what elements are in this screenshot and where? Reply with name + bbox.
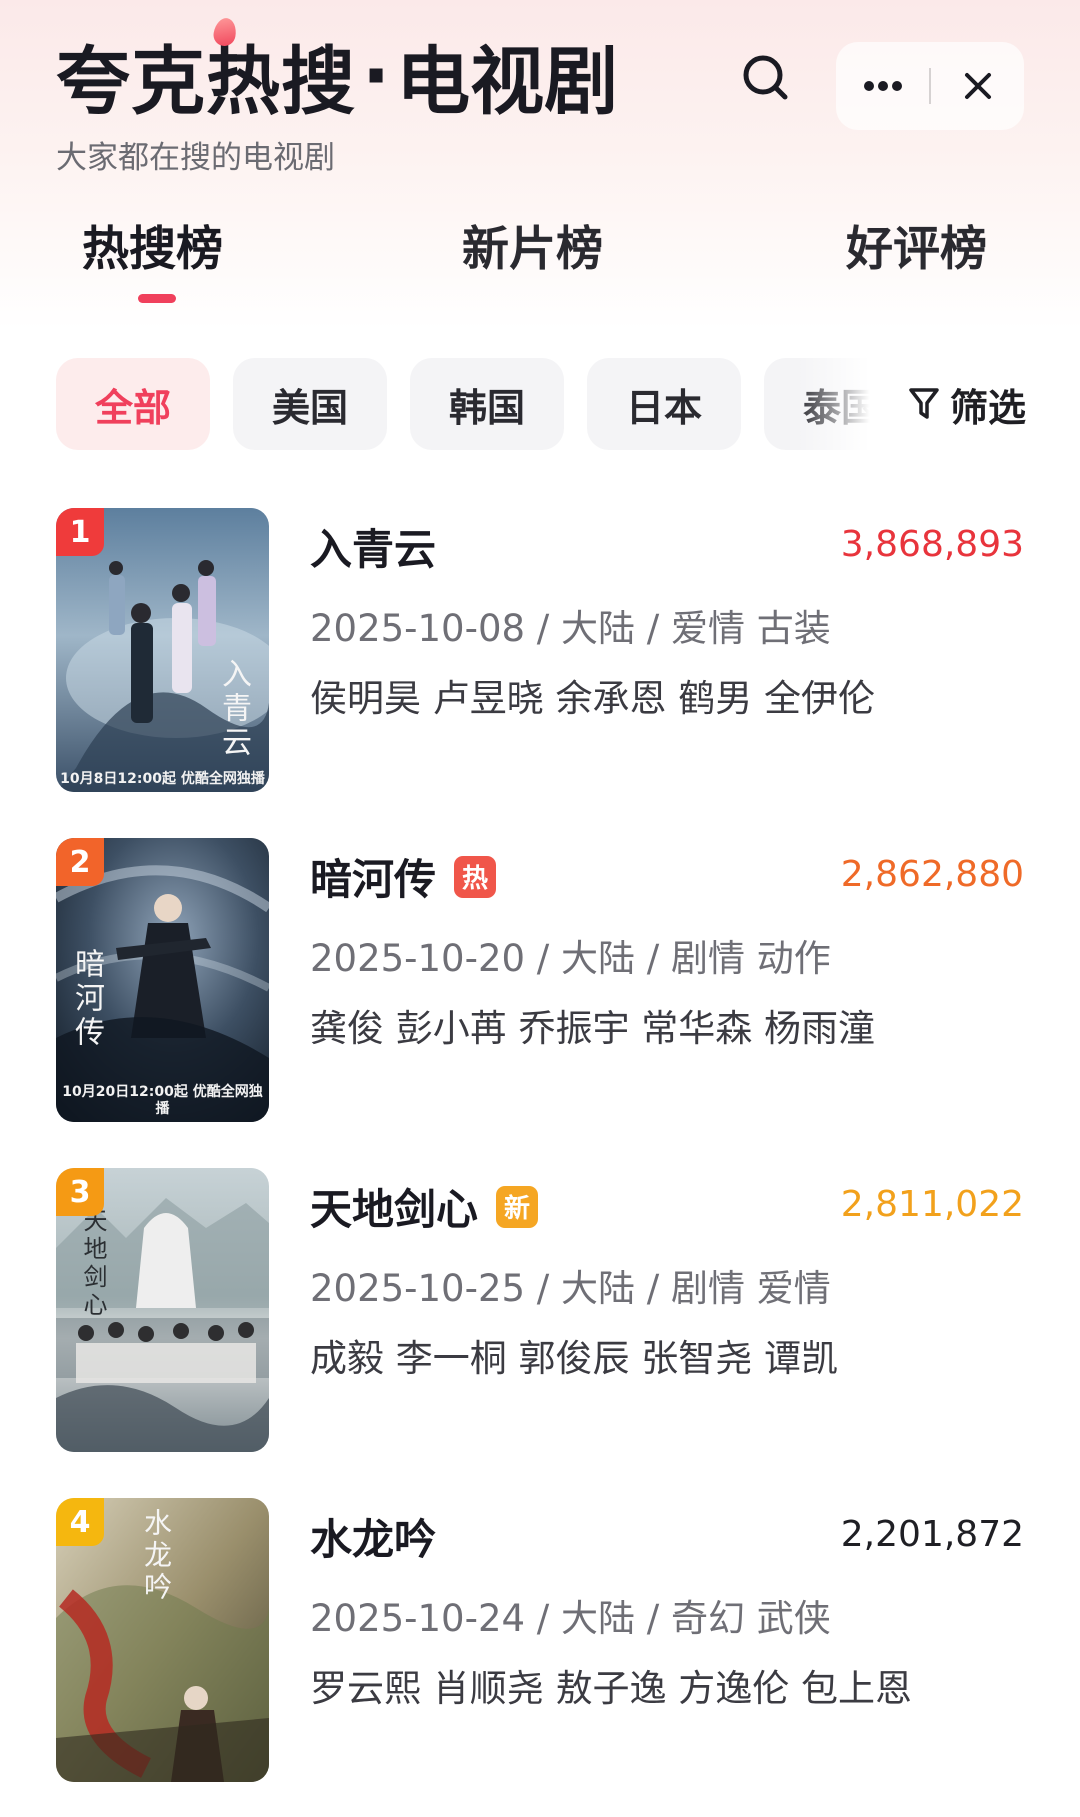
drama-meta: 2025-10-08 / 大陆 / 爱情 古装 (310, 607, 831, 650)
item-info: 水龙吟 2,201,872 2025-10-24 / 大陆 / 奇幻 武侠 罗云… (310, 1498, 1024, 1782)
poster-caption: 10月8日12:00起 优酷全网独播 (60, 771, 265, 787)
drama-title: 天地剑心 (310, 1185, 479, 1234)
section-title: 电视剧 (396, 39, 619, 125)
title-row: 天地剑心 新 (310, 1176, 539, 1237)
filter-label: 筛选 (949, 385, 1026, 430)
poster-title-text: 入青云 (216, 658, 251, 760)
rank-badge: 1 (56, 508, 104, 556)
more-icon (863, 81, 902, 91)
tab-top-rated[interactable]: 好评榜 (846, 210, 987, 279)
hot-tag: 热 (454, 855, 497, 898)
drama-meta: 2025-10-24 / 大陆 / 奇幻 武侠 (310, 1597, 831, 1640)
region-filter-bar: 全部 美国 韩国 日本 泰国 筛选 (56, 358, 1026, 450)
item-info: 入青云 3,868,893 2025-10-08 / 大陆 / 爱情 古装 侯明… (310, 508, 1024, 792)
heat-score: 2,201,872 (840, 1514, 1024, 1555)
heat-score: 3,868,893 (840, 524, 1024, 565)
item-info: 天地剑心 新 2,811,022 2025-10-25 / 大陆 / 剧情 爱情… (310, 1168, 1024, 1452)
poster-title-text: 天地剑心 (79, 1208, 107, 1320)
brand-name: 夸克热搜 (56, 39, 356, 125)
title-row: 暗河传 热 (310, 846, 497, 907)
rank-badge: 4 (56, 1498, 104, 1546)
title-row: 入青云 (310, 516, 436, 577)
hot-search-page: 夸克热搜 · 电视剧 大家都在搜的电视剧 热搜榜 新片榜 好评榜 全部 美国 韩… (0, 0, 1080, 1817)
filter-button[interactable]: 筛选 (908, 358, 1026, 450)
drama-cast: 龚俊 彭小苒 乔振宇 常华森 杨雨潼 (310, 1007, 876, 1050)
poster-image: 水龙吟 4 (56, 1498, 269, 1782)
ranking-tabs: 热搜榜 新片榜 好评榜 (0, 210, 1080, 303)
poster-image: 暗河传 10月20日12:00起 优酷全网独播 2 (56, 838, 269, 1122)
chip-all[interactable]: 全部 (56, 358, 210, 450)
poster-image: 天地剑心 3 (56, 1168, 269, 1452)
title-row: 水龙吟 (310, 1506, 436, 1567)
drama-meta: 2025-10-20 / 大陆 / 剧情 动作 (310, 937, 831, 980)
list-item[interactable]: 水龙吟 4 水龙吟 2,201,872 2025-10-24 / 大陆 / 奇幻… (0, 1498, 1080, 1788)
poster-caption: 10月20日12:00起 优酷全网独播 (62, 1084, 263, 1117)
chip-korea[interactable]: 韩国 (410, 358, 564, 450)
drama-title: 水龙吟 (310, 1515, 437, 1564)
poster-title-text: 水龙吟 (140, 1508, 173, 1604)
rank-badge: 3 (56, 1168, 104, 1216)
list-item[interactable]: 入青云 10月8日12:00起 优酷全网独播 1 入青云 3,868,893 2… (0, 508, 1080, 798)
drama-cast: 成毅 李一桐 郭俊辰 张智尧 谭凯 (310, 1337, 839, 1380)
heat-score: 2,862,880 (840, 854, 1024, 895)
search-icon (743, 55, 788, 100)
search-button[interactable] (728, 40, 804, 116)
list-item[interactable]: 天地剑心 3 天地剑心 新 2,811,022 2025-10-25 / 大陆 … (0, 1168, 1080, 1458)
list-item[interactable]: 暗河传 10月20日12:00起 优酷全网独播 2 暗河传 热 2,862,88… (0, 838, 1080, 1128)
page-subtitle: 大家都在搜的电视剧 (56, 140, 335, 176)
poster-image: 入青云 10月8日12:00起 优酷全网独播 1 (56, 508, 269, 792)
rank-badge: 2 (56, 838, 104, 886)
new-tag: 新 (496, 1185, 539, 1228)
title-separator: · (362, 32, 391, 119)
close-button[interactable] (931, 42, 1024, 130)
drama-title: 暗河传 (310, 855, 437, 904)
more-button[interactable] (836, 42, 929, 130)
drama-title: 入青云 (310, 525, 437, 574)
chip-japan[interactable]: 日本 (587, 358, 741, 450)
poster-title-text: 暗河传 (69, 948, 104, 1050)
brand-title: 夸克热搜 (56, 16, 356, 129)
tab-hot-search[interactable]: 热搜榜 (82, 210, 223, 279)
active-tab-indicator (138, 294, 176, 303)
close-icon (964, 73, 991, 99)
drama-cast: 罗云熙 肖顺尧 敖子逸 方逸伦 包上恩 (310, 1667, 913, 1710)
mini-program-capsule (836, 42, 1024, 130)
page-header: 夸克热搜 · 电视剧 大家都在搜的电视剧 (56, 16, 1024, 176)
drama-meta: 2025-10-25 / 大陆 / 剧情 爱情 (310, 1267, 831, 1310)
item-info: 暗河传 热 2,862,880 2025-10-20 / 大陆 / 剧情 动作 … (310, 838, 1024, 1122)
funnel-icon (908, 387, 940, 421)
chip-usa[interactable]: 美国 (233, 358, 387, 450)
tab-new-release[interactable]: 新片榜 (462, 210, 603, 279)
drama-cast: 侯明昊 卢昱晓 余承恩 鹤男 全伊伦 (310, 677, 876, 720)
heat-score: 2,811,022 (840, 1184, 1024, 1225)
